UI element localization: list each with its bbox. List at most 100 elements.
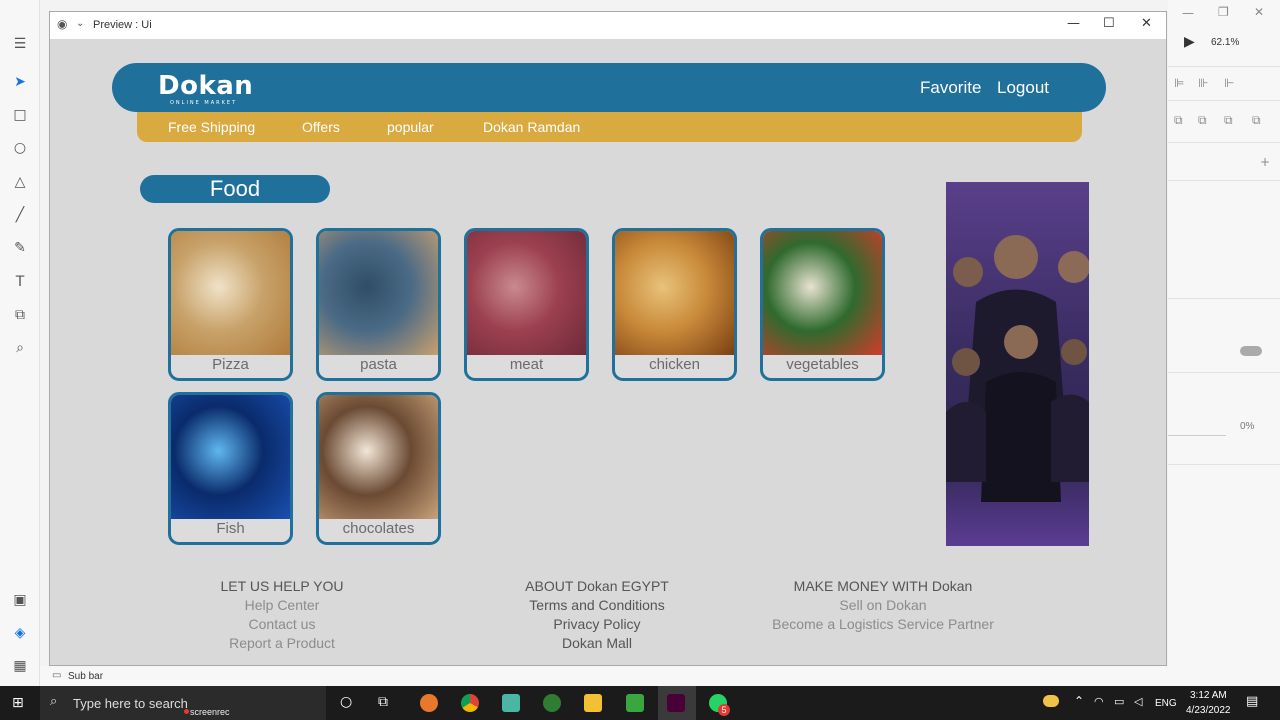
chevron-down-icon[interactable]: ⌄ <box>76 18 84 29</box>
xd-property-panel: — ❐ ✕ ▶ 62.1% ⊫ ⊪ ⊩ ⧉ ⧉ ⧉ ⧉ + 0% <box>1168 0 1280 686</box>
polygon-tool-icon[interactable]: △ <box>10 172 30 192</box>
footer-link[interactable]: Help Center <box>212 597 352 613</box>
category-label: Fish <box>216 520 245 537</box>
app-icon[interactable] <box>543 694 561 712</box>
category-card-vegetables[interactable]: vegetables <box>760 228 885 381</box>
timer-app-icon[interactable] <box>420 694 438 712</box>
search-input[interactable]: Type here to search <box>73 696 188 711</box>
artboard: Dokan ONLINE MARKET Favorite Logout Free… <box>50 39 1166 665</box>
wifi-icon[interactable]: ◠ <box>1094 695 1104 708</box>
assets-icon[interactable]: ▣ <box>10 590 30 610</box>
app-icon[interactable] <box>626 694 644 712</box>
windows-start-icon[interactable]: ⊞ <box>12 695 24 711</box>
footer-link[interactable]: Become a Logistics Service Partner <box>763 616 1003 632</box>
select-tool-icon[interactable]: ➤ <box>10 72 30 92</box>
footer-link[interactable]: Report a Product <box>212 635 352 651</box>
maximize-icon[interactable]: ☐ <box>1103 16 1115 31</box>
subbar-offers[interactable]: Offers <box>302 119 340 135</box>
chicken-image <box>615 231 734 355</box>
category-card-chicken[interactable]: chicken <box>612 228 737 381</box>
language-indicator[interactable]: ENG <box>1155 698 1177 709</box>
category-card-chocolates[interactable]: chocolates <box>316 392 441 545</box>
opacity-value[interactable]: 0% <box>1240 421 1254 432</box>
boolean-add-icon[interactable]: ⧉ <box>1174 113 1183 128</box>
play-icon[interactable]: ▶ <box>1184 34 1195 50</box>
category-card-meat[interactable]: meat <box>464 228 589 381</box>
align-center-icon[interactable]: ⊪ <box>1198 76 1208 90</box>
logout-link[interactable]: Logout <box>997 78 1049 98</box>
chevron-up-icon[interactable]: ⌃ <box>1074 694 1084 708</box>
footer-about-title: ABOUT Dokan EGYPT <box>525 578 669 594</box>
footer-link[interactable]: Sell on Dokan <box>763 597 1003 613</box>
record-icon[interactable]: ◉ <box>57 17 67 31</box>
ad-banner-image[interactable] <box>946 182 1089 546</box>
footer-help-title: LET US HELP YOU <box>220 578 344 594</box>
footer-link[interactable]: Dokan Mall <box>512 635 682 651</box>
footer-about: ABOUT Dokan EGYPT Terms and Conditions P… <box>512 578 682 651</box>
favorite-link[interactable]: Favorite <box>920 78 981 98</box>
subbar-free-shipping[interactable]: Free Shipping <box>168 119 255 135</box>
battery-icon[interactable]: ▭ <box>1114 695 1124 708</box>
line-tool-icon[interactable]: ╱ <box>10 205 30 225</box>
close-icon[interactable]: ✕ <box>1141 16 1152 31</box>
file-explorer-icon[interactable] <box>584 694 602 712</box>
boolean-intersect-icon[interactable]: ⧉ <box>1224 113 1233 128</box>
pen-tool-icon[interactable]: ✎ <box>10 238 30 258</box>
chrome-icon[interactable] <box>461 694 479 712</box>
taskbar-search[interactable]: ⌕ Type here to search screenrec <box>40 686 326 720</box>
footer-link[interactable]: Terms and Conditions <box>512 597 682 613</box>
footer-money-title: MAKE MONEY WITH Dokan <box>793 578 973 594</box>
site-header: Dokan ONLINE MARKET Favorite Logout <box>112 63 1106 112</box>
ellipse-tool-icon[interactable]: ○ <box>10 138 30 158</box>
toggle-switch[interactable] <box>1240 346 1262 356</box>
boolean-exclude-icon[interactable]: ⧉ <box>1252 113 1261 128</box>
minimize-app-icon[interactable]: — <box>1182 6 1194 20</box>
subbar-popular[interactable]: popular <box>387 119 434 135</box>
category-label: Pizza <box>212 356 249 373</box>
folder-icon: ▭ <box>52 670 62 681</box>
app-icon[interactable] <box>502 694 520 712</box>
volume-icon[interactable]: ◁ <box>1134 695 1142 708</box>
logo[interactable]: Dokan ONLINE MARKET <box>158 71 253 106</box>
opacity-slider[interactable] <box>1168 435 1226 436</box>
zoom-level[interactable]: 62.1% <box>1211 37 1239 48</box>
add-icon[interactable]: + <box>1260 155 1270 169</box>
close-app-icon[interactable]: ✕ <box>1254 5 1264 19</box>
title-bar: ◉ ⌄ Preview : Ui — ☐ ✕ <box>50 12 1166 39</box>
clock-date[interactable]: 4/23/2022 <box>1186 705 1231 716</box>
record-dot-icon <box>184 709 189 714</box>
xd-toolbar: ☰ ➤ □ ○ △ ╱ ✎ T ⧉ ⌕ ▣ ◈ ▦ <box>0 0 40 686</box>
sub-bar: Free Shipping Offers popular Dokan Ramda… <box>137 112 1082 142</box>
zoom-tool-icon[interactable]: ⌕ <box>10 338 30 358</box>
task-view-icon[interactable]: ⧉ <box>378 694 388 710</box>
cortana-icon[interactable]: ○ <box>340 694 352 710</box>
plugins-icon[interactable]: ▦ <box>10 656 30 676</box>
preview-window: ◉ ⌄ Preview : Ui — ☐ ✕ Dokan ONLINE MARK… <box>49 11 1167 666</box>
footer-link[interactable]: Privacy Policy <box>512 616 682 632</box>
menu-icon[interactable]: ☰ <box>10 34 30 54</box>
layer-name[interactable]: Sub bar <box>68 671 103 682</box>
category-card-pasta[interactable]: pasta <box>316 228 441 381</box>
boolean-subtract-icon[interactable]: ⧉ <box>1198 113 1207 128</box>
minimize-icon[interactable]: — <box>1067 16 1080 31</box>
category-card-fish[interactable]: Fish <box>168 392 293 545</box>
category-label: pasta <box>360 356 397 373</box>
category-label: chicken <box>649 356 700 373</box>
artboard-tool-icon[interactable]: ⧉ <box>10 305 30 325</box>
layers-icon[interactable]: ◈ <box>10 623 30 643</box>
category-card-pizza[interactable]: Pizza <box>168 228 293 381</box>
clock-time[interactable]: 3:12 AM <box>1190 690 1227 701</box>
footer-help: LET US HELP YOU Help Center Contact us R… <box>212 578 352 651</box>
align-right-icon[interactable]: ⊩ <box>1224 76 1234 90</box>
text-tool-icon[interactable]: T <box>10 272 30 292</box>
subbar-dokan-ramdan[interactable]: Dokan Ramdan <box>483 119 580 135</box>
adobe-xd-icon[interactable] <box>667 694 685 712</box>
rectangle-tool-icon[interactable]: □ <box>10 105 30 125</box>
vegetables-image <box>763 231 882 355</box>
weather-icon[interactable] <box>1043 695 1059 707</box>
notifications-icon[interactable]: ▤ <box>1246 694 1258 709</box>
restore-app-icon[interactable]: ❐ <box>1218 5 1229 19</box>
align-left-icon[interactable]: ⊫ <box>1174 76 1184 90</box>
band-photo-illustration <box>946 235 1089 502</box>
footer-link[interactable]: Contact us <box>212 616 352 632</box>
